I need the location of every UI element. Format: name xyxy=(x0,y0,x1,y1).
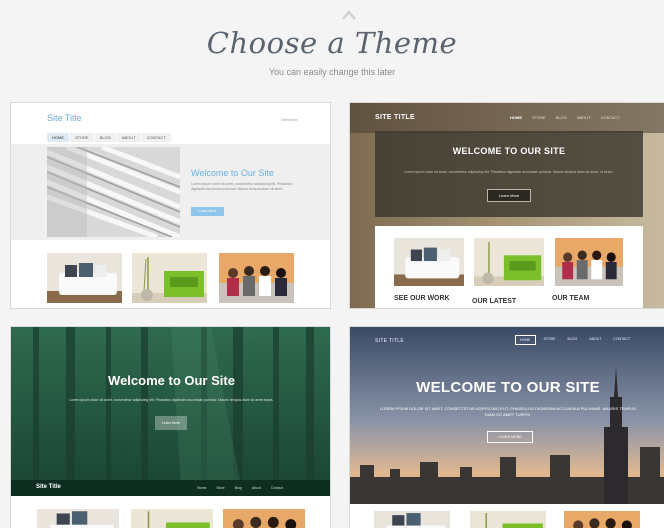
nav-bar: HOME STORE BLOG ABOUT CONTACT xyxy=(47,133,171,142)
thumbnail-team xyxy=(219,253,294,303)
hero-title: Welcome to Our Site xyxy=(191,168,274,178)
learn-more-button: Learn More xyxy=(487,189,531,202)
learn-more-button: Learn More xyxy=(155,416,187,430)
page-title: Choose a Theme xyxy=(206,26,458,60)
thumbnail-sofa xyxy=(47,253,122,303)
learn-more-button: LEARN MORE xyxy=(487,431,533,443)
hero-body: Lorem ipsum dolor sit amet, consectetur … xyxy=(404,170,614,174)
site-title: SITE TITLE xyxy=(375,338,405,344)
site-title: Site Title xyxy=(36,484,61,490)
nav-item-contact: CONTACT xyxy=(600,115,620,120)
hero-body: LOREM IPSUM DOLOR SIT AMET, CONSECTETUR … xyxy=(380,406,636,417)
theme-card-1[interactable]: Site Title Welcome HOME STORE BLOG ABOUT… xyxy=(10,102,331,309)
nav-item-store: Store xyxy=(216,486,225,490)
nav-item-contact: Contact xyxy=(270,486,283,490)
thumbnail-team xyxy=(555,238,623,286)
nav-item-blog: Blog xyxy=(234,486,242,490)
thumbnail-sofa xyxy=(374,511,450,528)
hero-title: Welcome to Our Site xyxy=(108,373,235,388)
nav-item-home: HOME xyxy=(47,133,69,142)
nav-item-home: Home xyxy=(197,486,207,490)
thumbnail-sofa xyxy=(37,509,119,528)
learn-more-button: Learn More xyxy=(191,207,224,216)
page-subtitle: You can easily change this later xyxy=(268,67,396,77)
thumbnail-green-chair xyxy=(131,509,213,528)
theme-card-2[interactable]: SITE TITLE HOME STORE BLOG ABOUT CONTACT… xyxy=(349,102,664,309)
nav-item-contact: CONTACT xyxy=(141,133,171,142)
theme-card-4[interactable]: SITE TITLE HOME STORE BLOG ABOUT CONTACT… xyxy=(349,326,664,528)
nav-item-about: About xyxy=(251,486,261,490)
thumbnail-team xyxy=(564,511,640,528)
site-title: Site Title xyxy=(47,113,82,123)
theme-card-3[interactable]: Welcome to Our Site Lorem ipsum dolor si… xyxy=(10,326,331,528)
hero-body: Lorem ipsum dolor sit amet, consectetur … xyxy=(191,182,293,191)
nav-item-about: ABOUT xyxy=(116,133,141,142)
hero-title: WELCOME TO OUR SITE xyxy=(416,379,600,396)
nav-item-contact: CONTACT xyxy=(613,337,630,341)
column-title-team: OUR TEAM xyxy=(552,295,590,302)
nav-item-blog: BLOG xyxy=(567,337,578,341)
header-label: Welcome xyxy=(281,117,298,122)
nav-bar: HOME STORE BLOG ABOUT CONTACT xyxy=(510,115,620,120)
thumbnail-green-chair xyxy=(132,253,207,303)
nav-item-store: STORE xyxy=(70,133,94,142)
nav-item-about: ABOUT xyxy=(589,337,602,341)
chevron-up-icon[interactable] xyxy=(342,10,356,20)
nav-bar: Home Store Blog About Contact xyxy=(197,486,283,490)
nav-item-blog: BLOG xyxy=(94,133,116,142)
site-title: SITE TITLE xyxy=(375,114,415,121)
nav-item-home: HOME xyxy=(515,335,536,345)
thumbnail-green-chair xyxy=(470,511,546,528)
nav-item-home: HOME xyxy=(510,115,522,120)
thumbnail-sofa xyxy=(394,238,464,286)
nav-item-store: STORE xyxy=(532,115,546,120)
column-title-latest: OUR LATEST xyxy=(472,298,517,305)
thumbnail-green-chair xyxy=(474,238,544,286)
nav-item-blog: BLOG xyxy=(555,115,567,120)
city-skyline-image xyxy=(350,327,664,528)
column-title-work: SEE OUR WORK xyxy=(394,295,450,302)
nav-item-store: STORE xyxy=(543,337,556,341)
nav-bar: HOME STORE BLOG ABOUT CONTACT xyxy=(515,335,634,345)
nav-item-about: ABOUT xyxy=(576,115,591,120)
hero-body: Lorem ipsum dolor sit amet, consectetur … xyxy=(69,398,274,402)
hero-title: WELCOME TO OUR SITE xyxy=(452,146,566,156)
thumbnail-team xyxy=(223,509,305,528)
hero-image xyxy=(47,147,180,237)
